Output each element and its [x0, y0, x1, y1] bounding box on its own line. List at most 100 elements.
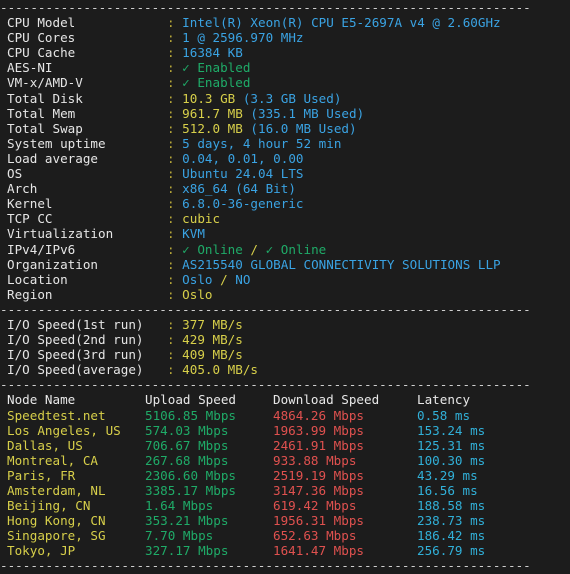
cell-node-name: Beijing, CN	[7, 498, 91, 514]
io-speed-row: I/O Speed(1st run): 377 MB/s	[0, 317, 570, 332]
colon-separator: :	[167, 196, 183, 212]
ipv6-status: Online	[280, 241, 327, 257]
colon-separator: :	[167, 241, 183, 257]
system-info-value-used: (16.0 MB Used)	[250, 120, 357, 136]
cell-latency: 100.30 ms	[417, 452, 486, 468]
colon-separator: :	[167, 105, 183, 121]
system-info-value: Enabled	[197, 75, 251, 91]
cell-node-name: Hong Kong, CN	[7, 513, 106, 529]
cell-download-speed: 1956.31 Mbps	[273, 513, 364, 529]
cell-latency: 16.56 ms	[417, 483, 478, 498]
system-info-row: Region: Oslo	[0, 287, 570, 302]
cell-upload-speed: 353.21 Mbps	[145, 513, 229, 529]
system-info-value-main: 961.7 MB	[182, 105, 251, 121]
colon-separator: :	[167, 211, 183, 227]
cell-node-name: Speedtest.net	[7, 407, 106, 423]
system-info-value: 6.8.0-36-generic	[182, 196, 304, 212]
cell-upload-speed: 3385.17 Mbps	[145, 483, 236, 498]
system-info-row: Arch: x86_64 (64 Bit)	[0, 181, 570, 196]
io-speed-row: I/O Speed(3rd run): 409 MB/s	[0, 347, 570, 362]
system-info-label: CPU Cache	[7, 45, 76, 61]
cell-latency: 43.29 ms	[417, 467, 478, 483]
colon-separator: :	[167, 135, 183, 151]
location-city: Oslo	[182, 271, 213, 287]
system-info-row: CPU Cache: 16384 KB	[0, 45, 570, 60]
colon-separator: :	[167, 30, 183, 46]
system-info-label: Load average	[7, 150, 98, 166]
io-speed-label: I/O Speed(2nd run)	[7, 332, 144, 348]
value-slash: /	[212, 271, 236, 287]
cell-download-speed: 2519.19 Mbps	[273, 467, 364, 483]
table-row: Tokyo, JP 327.17 Mbps 1641.47 Mbps 256.79 m…	[0, 543, 570, 558]
colon-separator: :	[167, 347, 183, 363]
cell-upload-speed: 5106.85 Mbps	[145, 407, 236, 423]
system-info-label: Organization	[7, 256, 98, 272]
cell-upload-speed: 706.67 Mbps	[145, 437, 229, 453]
system-info-row: Load average: 0.04, 0.01, 0.00	[0, 151, 570, 166]
system-info-row: AES-NI: ✓ Enabled	[0, 60, 570, 75]
header-latency: Latency	[417, 392, 471, 408]
system-info-row: Organization: AS215540 GLOBAL CONNECTIVI…	[0, 257, 570, 272]
online-check-icon: ✓	[265, 241, 281, 257]
colon-separator: :	[167, 332, 183, 348]
io-speed-label: I/O Speed(3rd run)	[7, 347, 144, 363]
terminal-window[interactable]: ----------------------------------------…	[0, 0, 570, 573]
system-info-row: IPv4/IPv6: ✓ Online / ✓ Online	[0, 242, 570, 257]
system-info-label: CPU Cores	[7, 30, 76, 46]
system-info-row: Kernel: 6.8.0-36-generic	[0, 196, 570, 211]
table-row: Paris, FR 2306.60 Mbps 2519.19 Mbps 43.29 m…	[0, 468, 570, 483]
cell-latency: 125.31 ms	[417, 437, 486, 453]
cell-latency: 188.58 ms	[417, 498, 486, 514]
enabled-check-icon: ✓	[182, 60, 198, 76]
separator-top: ----------------------------------------…	[0, 0, 531, 15]
system-info-label: CPU Model	[7, 15, 76, 31]
system-info-value-used: (335.1 MB Used)	[250, 105, 365, 121]
colon-separator: :	[167, 226, 183, 242]
cell-download-speed: 3147.36 Mbps	[273, 483, 364, 498]
system-info-label: Arch	[7, 181, 38, 197]
system-info-label: Total Swap	[7, 120, 83, 136]
system-info-value: Oslo	[182, 286, 213, 302]
io-speed-value: 405.0 MB/s	[182, 362, 258, 378]
cell-upload-speed: 574.03 Mbps	[145, 422, 229, 438]
cell-download-speed: 619.42 Mbps	[273, 498, 357, 514]
io-speed-value: 409 MB/s	[182, 347, 243, 363]
system-info-label: Region	[7, 286, 53, 302]
system-info-row: Location: Oslo / NO	[0, 272, 570, 287]
cell-node-name: Amsterdam, NL	[7, 483, 106, 498]
cell-upload-speed: 2306.60 Mbps	[145, 467, 236, 483]
cell-node-name: Singapore, SG	[7, 528, 106, 544]
table-row: Dallas, US 706.67 Mbps 2461.91 Mbps 125.31 …	[0, 438, 570, 453]
cell-node-name: Dallas, US	[7, 437, 83, 453]
system-info-label: AES-NI	[7, 60, 53, 76]
cell-node-name: Tokyo, JP	[7, 543, 76, 559]
cell-latency: 186.42 ms	[417, 528, 486, 544]
system-info-label: IPv4/IPv6	[7, 241, 76, 257]
system-info-label: Location	[7, 271, 68, 287]
system-info-row: Total Mem: 961.7 MB (335.1 MB Used)	[0, 106, 570, 121]
colon-separator: :	[167, 150, 183, 166]
table-row: Los Angeles, US 574.03 Mbps 1963.99 Mbps 15…	[0, 423, 570, 438]
table-row: Singapore, SG 7.70 Mbps 652.63 Mbps 186.42 …	[0, 528, 570, 543]
system-info-row: Total Swap: 512.0 MB (16.0 MB Used)	[0, 121, 570, 136]
header-upload-speed: Upload Speed	[145, 392, 236, 408]
system-info-row: VM-x/AMD-V: ✓ Enabled	[0, 75, 570, 90]
colon-separator: :	[167, 60, 183, 76]
cell-latency: 256.79 ms	[417, 543, 486, 559]
system-info-value: 5 days, 4 hour 52 min	[182, 135, 342, 151]
system-info-row: System uptime: 5 days, 4 hour 52 min	[0, 136, 570, 151]
speedtest-header-row: Node Name Upload Speed Download Speed Laten…	[0, 392, 570, 407]
colon-separator: :	[167, 181, 183, 197]
io-speed-label: I/O Speed(1st run)	[7, 316, 144, 332]
colon-separator: :	[167, 166, 183, 182]
colon-separator: :	[167, 45, 183, 61]
cell-download-speed: 2461.91 Mbps	[273, 437, 364, 453]
colon-separator: :	[167, 271, 183, 287]
system-info-value-main: 10.3 GB	[182, 90, 243, 106]
system-info-label: TCP CC	[7, 211, 53, 227]
cell-node-name: Los Angeles, US	[7, 422, 121, 438]
cell-node-name: Montreal, CA	[7, 452, 98, 468]
system-info-label: System uptime	[7, 135, 106, 151]
cell-download-speed: 933.88 Mbps	[273, 452, 357, 468]
online-check-icon: ✓	[182, 241, 198, 257]
